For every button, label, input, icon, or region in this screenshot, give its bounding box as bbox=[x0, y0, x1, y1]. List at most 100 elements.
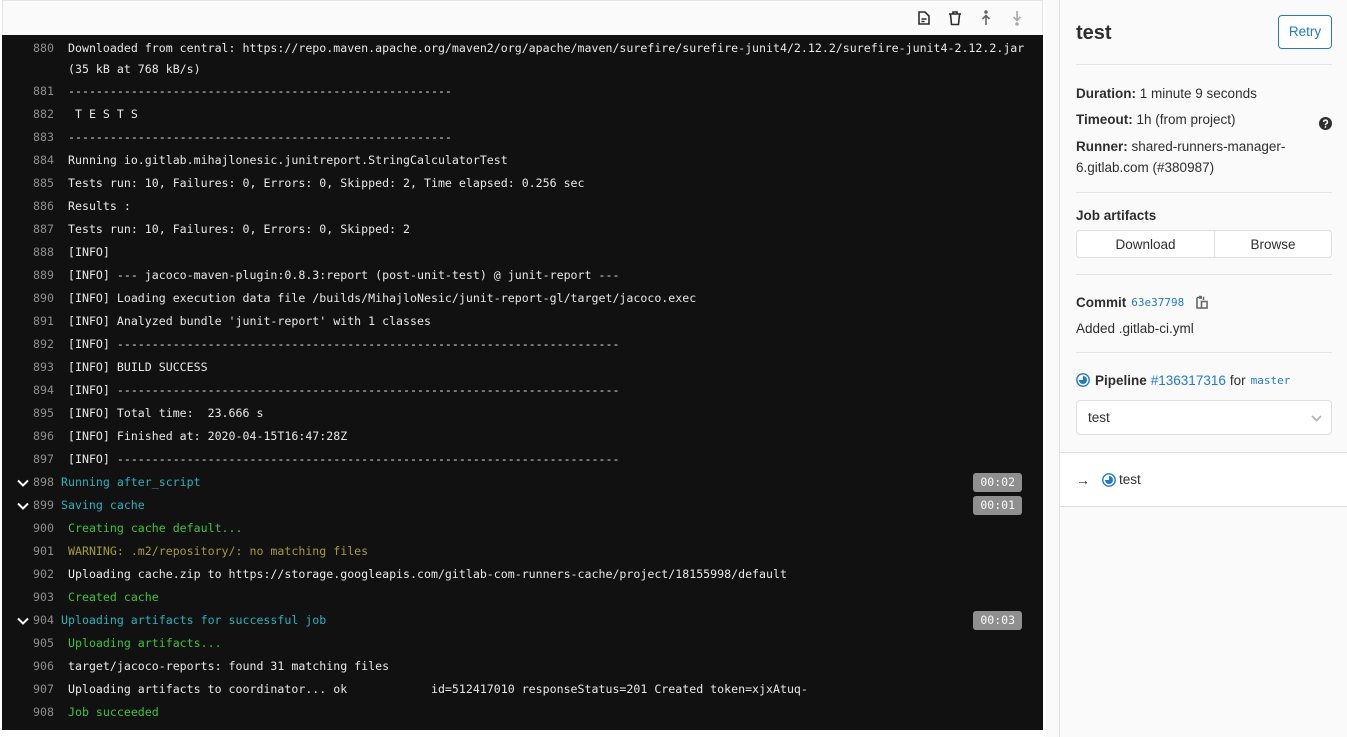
timeout-value: 1h (from project) bbox=[1136, 112, 1236, 127]
job-title: test bbox=[1076, 21, 1112, 44]
job-log-panel: 880 Downloaded from central: https://repo… bbox=[0, 0, 1045, 737]
duration-value: 1 minute 9 seconds bbox=[1139, 86, 1257, 101]
line-number[interactable]: 888 bbox=[2, 241, 68, 264]
log-line: 885 Tests run: 10, Failures: 0, Errors: 0… bbox=[2, 172, 1043, 195]
line-number[interactable]: 905 bbox=[2, 632, 68, 655]
duration-row: Duration: 1 minute 9 seconds bbox=[1076, 81, 1332, 107]
line-number[interactable]: 890 bbox=[2, 287, 68, 310]
current-job-arrow-icon: → bbox=[1076, 471, 1090, 488]
log-line-text: [INFO] bbox=[68, 245, 110, 259]
line-number[interactable]: 889 bbox=[2, 264, 68, 287]
line-number[interactable]: 891 bbox=[2, 310, 68, 333]
artifacts-buttons: Download Browse bbox=[1076, 230, 1332, 258]
log-line: 880 Downloaded from central: https://repo… bbox=[2, 37, 1043, 80]
line-number[interactable]: 896 bbox=[2, 425, 68, 448]
log-line: 888 [INFO] bbox=[2, 241, 1043, 264]
log-line-text: Downloaded from central: https://repo.ma… bbox=[68, 41, 1032, 76]
line-number[interactable]: 901 bbox=[2, 540, 68, 563]
commit-row: Commit 63e37798 bbox=[1076, 291, 1332, 313]
line-number[interactable]: 900 bbox=[2, 517, 68, 540]
line-number[interactable]: 907 bbox=[2, 678, 68, 701]
line-number[interactable]: 885 bbox=[2, 172, 68, 195]
log-line-text: Created cache bbox=[68, 590, 159, 604]
show-raw-button[interactable] bbox=[908, 3, 939, 33]
line-number[interactable]: 882 bbox=[2, 103, 68, 126]
runner-row: Runner: shared-runners-manager-6.gitlab.… bbox=[1076, 133, 1332, 178]
job-item-test[interactable]: → test bbox=[1076, 472, 1141, 488]
line-number[interactable]: 887 bbox=[2, 218, 68, 241]
log-line: 908 Job succeeded bbox=[2, 701, 1043, 724]
pipeline-info: Pipeline #136317316 for master test bbox=[1076, 353, 1332, 452]
line-number[interactable]: 884 bbox=[2, 149, 68, 172]
line-number[interactable]: 897 bbox=[2, 448, 68, 471]
line-number[interactable]: 899 bbox=[2, 494, 68, 517]
log-line-text: [INFO] Total time: 23.666 s bbox=[68, 406, 264, 420]
copy-clipboard-icon[interactable] bbox=[1196, 295, 1209, 309]
raw-log-icon bbox=[917, 11, 930, 25]
commit-sha-link[interactable]: 63e37798 bbox=[1131, 296, 1184, 309]
line-number[interactable]: 902 bbox=[2, 563, 68, 586]
log-line: 900 Creating cache default... bbox=[2, 517, 1043, 540]
log-line: 882 T E S T S bbox=[2, 103, 1043, 126]
line-number[interactable]: 903 bbox=[2, 586, 68, 609]
job-log-output: 880 Downloaded from central: https://repo… bbox=[2, 35, 1043, 730]
question-circle-icon[interactable] bbox=[1319, 113, 1332, 130]
scroll-to-top-button[interactable] bbox=[970, 3, 1001, 33]
log-line: 881 -------------------------------------… bbox=[2, 80, 1043, 103]
log-section-header[interactable]: 904 Uploading artifacts for successful jo… bbox=[2, 609, 1043, 632]
log-toolbar bbox=[2, 0, 1043, 35]
download-artifacts-button[interactable]: Download bbox=[1077, 231, 1214, 257]
line-number[interactable]: 881 bbox=[2, 80, 68, 103]
line-number[interactable]: 883 bbox=[2, 126, 68, 149]
line-number[interactable]: 904 bbox=[2, 609, 68, 632]
log-line: 903 Created cache bbox=[2, 586, 1043, 609]
job-page: 880 Downloaded from central: https://repo… bbox=[0, 0, 1347, 737]
line-number[interactable]: 898 bbox=[2, 471, 68, 494]
log-line-text: Creating cache default... bbox=[68, 521, 243, 535]
timeout-label: Timeout: bbox=[1076, 112, 1133, 127]
log-line: 886 Results : bbox=[2, 195, 1043, 218]
log-line-text: [INFO] Loading execution data file /buil… bbox=[68, 291, 697, 305]
log-line: 893 [INFO] BUILD SUCCESS bbox=[2, 356, 1043, 379]
log-line-text: Tests run: 10, Failures: 0, Errors: 0, S… bbox=[68, 222, 411, 236]
line-number[interactable]: 886 bbox=[2, 195, 68, 218]
stage-selected: test bbox=[1088, 410, 1110, 425]
browse-artifacts-button[interactable]: Browse bbox=[1214, 231, 1331, 257]
stage-dropdown[interactable]: test bbox=[1076, 400, 1332, 435]
log-line: 907 Uploading artifacts to coordinator...… bbox=[2, 678, 1043, 701]
chevron-down-icon bbox=[1311, 410, 1322, 425]
log-line: 905 Uploading artifacts... bbox=[2, 632, 1043, 655]
log-line-text: target/jacoco-reports: found 31 matching… bbox=[68, 659, 390, 673]
section-duration-badge: 00:03 bbox=[973, 611, 1022, 630]
scroll-to-bottom-button[interactable] bbox=[1001, 3, 1032, 33]
log-line: 891 [INFO] Analyzed bundle 'junit-report'… bbox=[2, 310, 1043, 333]
log-line-text: T E S T S bbox=[68, 107, 138, 121]
log-line: 895 [INFO] Total time: 23.666 s bbox=[2, 402, 1043, 425]
line-number[interactable]: 880 bbox=[2, 38, 68, 80]
for-text: for bbox=[1229, 372, 1246, 388]
line-number[interactable]: 893 bbox=[2, 356, 68, 379]
line-number[interactable]: 906 bbox=[2, 655, 68, 678]
line-number[interactable]: 908 bbox=[2, 701, 68, 724]
line-number[interactable]: 892 bbox=[2, 333, 68, 356]
log-line-text: ----------------------------------------… bbox=[68, 130, 452, 144]
log-line-text: [INFO] Finished at: 2020-04-15T16:47:28Z bbox=[68, 429, 348, 443]
log-section-header[interactable]: 899 Saving cache 00:01 bbox=[2, 494, 1043, 517]
log-line-text: Uploading artifacts for successful job bbox=[61, 613, 327, 627]
erase-log-button[interactable] bbox=[939, 3, 970, 33]
retry-button[interactable]: Retry bbox=[1278, 14, 1332, 49]
line-number[interactable]: 895 bbox=[2, 402, 68, 425]
running-status-icon bbox=[1076, 373, 1090, 387]
log-line: 901 WARNING: .m2/repository/: no matching… bbox=[2, 540, 1043, 563]
log-line-text: [INFO] BUILD SUCCESS bbox=[68, 360, 208, 374]
log-line-text: Running io.gitlab.mihajlonesic.junitrepo… bbox=[68, 153, 508, 167]
section-duration-badge: 00:01 bbox=[973, 496, 1022, 515]
pipeline-link[interactable]: #136317316 bbox=[1151, 373, 1226, 388]
branch-link[interactable]: master bbox=[1251, 374, 1291, 387]
log-section-header[interactable]: 898 Running after_script 00:02 bbox=[2, 471, 1043, 494]
log-line-text: Tests run: 10, Failures: 0, Errors: 0, S… bbox=[68, 176, 585, 190]
log-line-text: Running after_script bbox=[61, 475, 201, 489]
log-line: 890 [INFO] Loading execution data file /b… bbox=[2, 287, 1043, 310]
line-number[interactable]: 894 bbox=[2, 379, 68, 402]
sidebar-header: test Retry bbox=[1076, 0, 1332, 65]
